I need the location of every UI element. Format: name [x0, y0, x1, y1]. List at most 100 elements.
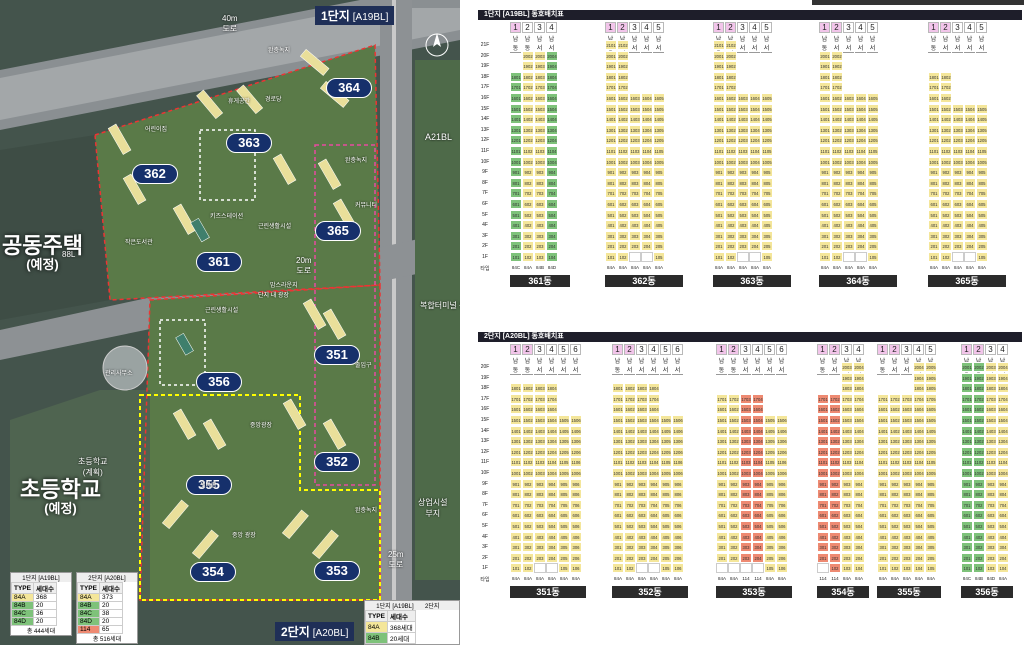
unit-cell[interactable]: 1104: [749, 146, 761, 156]
unit-cell[interactable]: 503: [985, 521, 997, 531]
unit-cell[interactable]: 1101: [510, 457, 522, 468]
unit-cell[interactable]: 1302: [940, 124, 952, 135]
unit-cell[interactable]: 503: [952, 209, 964, 220]
unit-cell[interactable]: 1402: [831, 114, 843, 125]
unit-cell[interactable]: 1201: [612, 446, 624, 457]
unit-cell[interactable]: 1506: [672, 415, 684, 425]
unit-cell[interactable]: 903: [952, 167, 964, 178]
unit-cell[interactable]: 904: [855, 167, 867, 178]
unit-cell[interactable]: 304: [641, 230, 653, 241]
unit-cell[interactable]: 902: [829, 478, 841, 489]
unit-cell[interactable]: 203: [629, 241, 641, 252]
unit-cell[interactable]: 802: [522, 177, 534, 188]
unit-cell[interactable]: 803: [841, 489, 853, 500]
unit-cell[interactable]: 1601: [961, 404, 973, 415]
unit-cell[interactable]: 304: [752, 542, 764, 553]
unit-cell[interactable]: 1502: [725, 103, 737, 114]
unit-cell[interactable]: 704: [855, 188, 867, 199]
unit-cell[interactable]: 1703: [534, 393, 546, 404]
unit-cell[interactable]: 1506: [776, 415, 788, 425]
unit-cell[interactable]: 902: [522, 478, 534, 489]
unit-cell[interactable]: 1604: [641, 93, 653, 103]
unit-cell[interactable]: 606: [570, 510, 582, 521]
unit-cell[interactable]: 1202: [973, 446, 985, 457]
unit-cell[interactable]: 303: [952, 230, 964, 241]
unit-cell[interactable]: 1402: [889, 425, 901, 436]
unit-cell[interactable]: 503: [737, 209, 749, 220]
unit-cell[interactable]: 703: [843, 188, 855, 199]
unit-cell[interactable]: 505: [653, 209, 665, 220]
unit-cell[interactable]: 403: [636, 531, 648, 542]
unit-cell[interactable]: 1202: [829, 446, 841, 457]
unit-cell[interactable]: 402: [617, 220, 629, 231]
unit-cell[interactable]: 1001: [716, 468, 728, 478]
unit-cell[interactable]: 1704: [648, 393, 660, 404]
unit-cell[interactable]: 704: [752, 499, 764, 510]
unit-cell[interactable]: 1006: [776, 468, 788, 478]
unit-cell[interactable]: 302: [829, 542, 841, 553]
unit-cell[interactable]: 401: [877, 531, 889, 542]
unit-cell[interactable]: 1301: [510, 436, 522, 447]
unit-cell[interactable]: 305: [764, 542, 776, 553]
unit-cell[interactable]: 905: [761, 167, 773, 178]
unit-cell[interactable]: 101: [713, 252, 725, 262]
unit-cell[interactable]: 1205: [761, 135, 773, 146]
unit-cell[interactable]: 1703: [534, 82, 546, 93]
unit-cell[interactable]: 205: [653, 241, 665, 252]
unit-cell[interactable]: 1505: [653, 103, 665, 114]
unit-cell[interactable]: 1003: [737, 156, 749, 167]
unit-cell[interactable]: 101: [819, 252, 831, 262]
unit-cell[interactable]: 201: [510, 552, 522, 563]
unit-cell[interactable]: 404: [997, 531, 1009, 542]
unit-cell[interactable]: 1503: [985, 415, 997, 425]
unit-cell[interactable]: 703: [841, 499, 853, 510]
unit-cell[interactable]: 1403: [629, 114, 641, 125]
unit-cell[interactable]: 604: [641, 199, 653, 209]
unit-cell[interactable]: 1401: [877, 425, 889, 436]
unit-cell[interactable]: 701: [961, 499, 973, 510]
unit-cell[interactable]: 406: [570, 531, 582, 542]
unit-cell[interactable]: 1501: [605, 103, 617, 114]
unit-cell[interactable]: 301: [713, 230, 725, 241]
unit-cell[interactable]: 304: [546, 230, 558, 241]
unit-cell[interactable]: 2003: [985, 362, 997, 372]
unit-cell[interactable]: 901: [605, 167, 617, 178]
unit-cell[interactable]: 1305: [653, 124, 665, 135]
unit-cell[interactable]: 702: [829, 499, 841, 510]
unit-cell[interactable]: 1302: [973, 436, 985, 447]
unit-cell[interactable]: 1701: [510, 82, 522, 93]
unit-cell[interactable]: 402: [624, 531, 636, 542]
unit-cell[interactable]: 905: [660, 478, 672, 489]
unit-cell[interactable]: 1302: [522, 124, 534, 135]
unit-cell[interactable]: 1201: [819, 135, 831, 146]
unit-cell[interactable]: 1303: [901, 436, 913, 447]
unit-cell[interactable]: 405: [653, 220, 665, 231]
unit-cell[interactable]: 801: [819, 177, 831, 188]
unit-cell[interactable]: 1204: [546, 135, 558, 146]
unit-cell[interactable]: 1406: [570, 425, 582, 436]
unit-cell[interactable]: 904: [648, 478, 660, 489]
unit-cell[interactable]: 1904: [546, 61, 558, 72]
unit-cell[interactable]: 605: [867, 199, 879, 209]
unit-cell[interactable]: 202: [940, 241, 952, 252]
unit-cell[interactable]: 803: [843, 177, 855, 188]
unit-cell[interactable]: 1504: [913, 415, 925, 425]
unit-cell[interactable]: 802: [728, 489, 740, 500]
unit-cell[interactable]: 905: [764, 478, 776, 489]
unit-cell[interactable]: 1602: [831, 93, 843, 103]
unit-cell[interactable]: 1104: [855, 146, 867, 156]
unit-cell[interactable]: 904: [752, 478, 764, 489]
unit-cell[interactable]: 1205: [558, 446, 570, 457]
unit-cell[interactable]: 1303: [952, 124, 964, 135]
unit-cell[interactable]: 1003: [534, 156, 546, 167]
unit-cell[interactable]: 201: [928, 241, 940, 252]
unit-cell[interactable]: 1403: [952, 114, 964, 125]
unit-cell[interactable]: 103: [534, 252, 546, 262]
unit-cell[interactable]: 1902: [617, 61, 629, 72]
unit-cell[interactable]: 1503: [843, 103, 855, 114]
unit-cell[interactable]: 1701: [817, 393, 829, 404]
unit-cell[interactable]: 1802: [831, 71, 843, 82]
unit-cell[interactable]: 1602: [728, 404, 740, 415]
unit-cell[interactable]: 1703: [901, 393, 913, 404]
unit-cell[interactable]: 902: [725, 167, 737, 178]
